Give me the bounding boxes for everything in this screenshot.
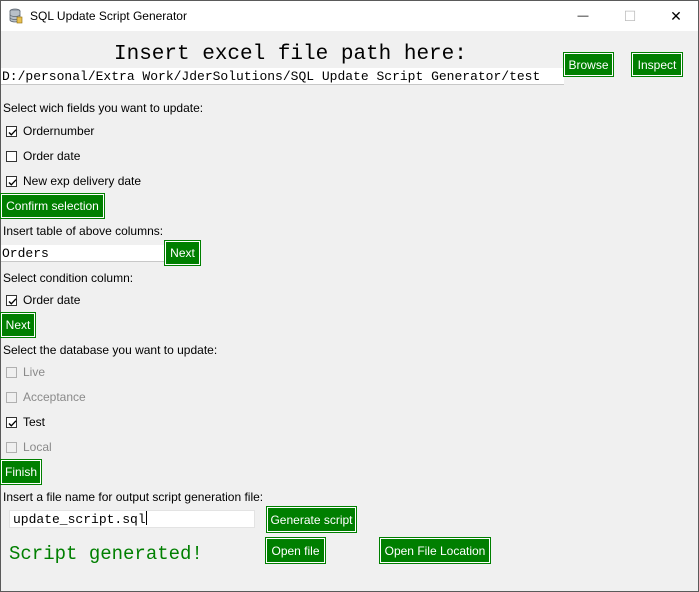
condition-label: Select condition column:	[3, 271, 134, 285]
checkbox-acceptance	[6, 392, 17, 403]
checkbox-label: Local	[23, 440, 52, 454]
excel-path-input[interactable]: D:/personal/Extra Work/JderSolutions/SQL…	[1, 68, 564, 85]
minimize-icon: —	[577, 10, 589, 22]
browse-button[interactable]: Browse	[563, 52, 614, 77]
checkbox-local	[6, 442, 17, 453]
condition-next-button[interactable]: Next	[0, 312, 36, 338]
finish-button[interactable]: Finish	[0, 459, 42, 485]
filename-text: update_script.sql	[13, 512, 146, 527]
checkbox-new-exp-delivery-date[interactable]	[6, 176, 17, 187]
checkbox-label: Acceptance	[23, 390, 86, 404]
fields-label: Select wich fields you want to update:	[3, 101, 204, 115]
checkbox-order-date[interactable]	[6, 151, 17, 162]
database-label: Select the database you want to update:	[3, 343, 218, 357]
app-window: SQL Update Script Generator — ☐ ✕ Insert…	[0, 0, 699, 592]
checkbox-label: Test	[23, 415, 46, 429]
generate-script-button[interactable]: Generate script	[266, 506, 357, 533]
checkbox-condition-order-date[interactable]	[6, 295, 17, 306]
window-title: SQL Update Script Generator	[30, 9, 187, 23]
output-filename-input[interactable]: update_script.sql	[9, 510, 255, 528]
table-label: Insert table of above columns:	[3, 224, 164, 238]
output-filename-label: Insert a file name for output script gen…	[3, 490, 264, 504]
checkbox-label: Live	[23, 365, 46, 379]
checkmark-icon	[8, 420, 17, 427]
checkbox-label: Ordernumber	[23, 124, 95, 138]
maximize-icon: ☐	[623, 7, 637, 24]
database-icon	[9, 8, 23, 24]
checkmark-icon	[8, 129, 17, 136]
inspect-button[interactable]: Inspect	[631, 52, 683, 77]
title-bar[interactable]: SQL Update Script Generator — ☐ ✕	[1, 1, 698, 31]
checkbox-label: Order date	[23, 149, 81, 163]
checkbox-label: New exp delivery date	[23, 174, 142, 188]
checkbox-ordernumber[interactable]	[6, 126, 17, 137]
checkmark-icon	[8, 179, 17, 186]
open-file-location-button[interactable]: Open File Location	[379, 537, 491, 564]
close-button[interactable]: ✕	[653, 1, 699, 31]
table-name-input[interactable]: Orders	[1, 245, 164, 262]
excel-path-heading: Insert excel file path here:	[114, 43, 467, 66]
checkbox-test[interactable]	[6, 417, 17, 428]
text-cursor	[145, 511, 147, 525]
checkbox-live	[6, 367, 17, 378]
status-message: Script generated!	[9, 543, 203, 565]
table-next-button[interactable]: Next	[164, 240, 201, 266]
confirm-selection-button[interactable]: Confirm selection	[0, 193, 105, 219]
maximize-button[interactable]: ☐	[607, 1, 653, 31]
checkmark-icon	[8, 298, 17, 305]
checkbox-label: Order date	[23, 293, 81, 307]
minimize-button[interactable]: —	[560, 1, 606, 31]
open-file-button[interactable]: Open file	[265, 537, 326, 564]
close-icon: ✕	[670, 7, 682, 24]
